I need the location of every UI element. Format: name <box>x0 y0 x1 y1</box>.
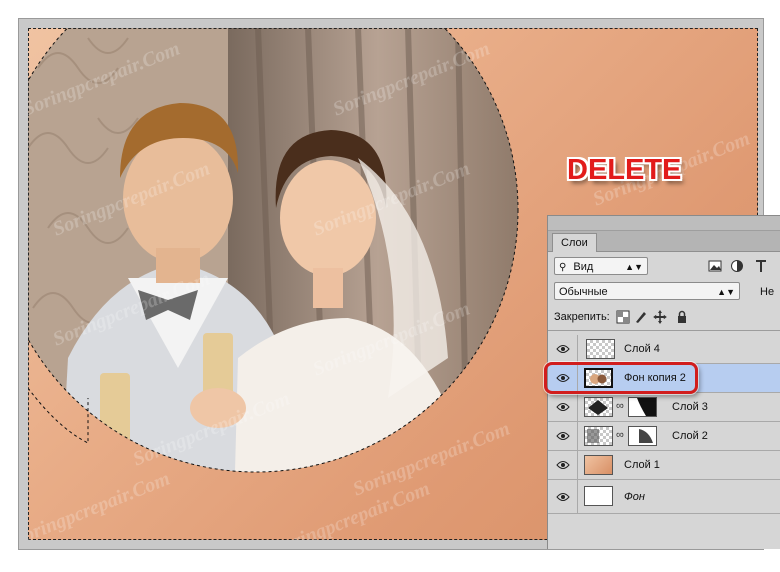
layer-mask-thumbnail[interactable] <box>628 397 657 417</box>
adjustment-filter-icon[interactable] <box>730 259 744 273</box>
layer-thumbnail <box>584 368 613 388</box>
layer-name: Слой 1 <box>624 459 660 471</box>
layer-row[interactable]: ∞ Слой 3 <box>548 393 780 422</box>
blend-row: Обычные ▲▼ Не <box>548 278 780 304</box>
layer-thumbnail <box>584 455 613 475</box>
eye-icon[interactable] <box>556 459 570 471</box>
link-chain-icon[interactable]: ∞ <box>616 429 624 441</box>
updown-arrows-icon: ▲▼ <box>625 262 643 272</box>
lock-transparency-icon[interactable] <box>616 310 630 324</box>
eye-icon[interactable] <box>556 491 570 503</box>
tab-layers[interactable]: Слои <box>552 233 597 252</box>
filter-row: ⚲ Вид ▲▼ <box>548 254 780 278</box>
delete-overlay-label: DELETE <box>567 154 682 186</box>
filter-value: Вид <box>573 261 594 273</box>
layer-filter-select[interactable]: ⚲ Вид ▲▼ <box>554 257 648 275</box>
layer-thumbnail <box>584 426 613 446</box>
layer-name: Фон копия 2 <box>624 372 686 384</box>
layer-thumbnail <box>584 397 613 417</box>
lock-position-move-icon[interactable] <box>653 310 667 324</box>
lock-all-icon[interactable] <box>675 310 689 324</box>
layer-thumbnail <box>586 339 615 359</box>
layer-thumbnail <box>584 486 613 506</box>
link-chain-icon[interactable]: ∞ <box>616 400 624 412</box>
layer-row[interactable]: Слой 1 <box>548 451 780 480</box>
eye-icon[interactable] <box>556 372 570 384</box>
updown-arrows-icon: ▲▼ <box>717 287 735 297</box>
panel-tabbar: Слои <box>548 231 780 252</box>
blend-mode-select[interactable]: Обычные ▲▼ <box>554 282 740 300</box>
layer-row[interactable]: ∞ Слой 2 <box>548 422 780 451</box>
panel-title-strip[interactable] <box>548 216 780 231</box>
layer-name: Фон <box>624 491 645 503</box>
layer-name: Слой 4 <box>624 343 660 355</box>
opacity-label: Не <box>760 286 775 298</box>
layer-mask-thumbnail[interactable] <box>628 426 657 446</box>
layers-panel: Слои ⚲ Вид ▲▼ Обычные ▲▼ Не Закрепить: С… <box>547 215 780 549</box>
layer-row[interactable]: Слой 4 <box>548 335 780 364</box>
lock-label: Закрепить: <box>554 311 610 323</box>
eye-icon[interactable] <box>556 401 570 413</box>
blend-mode-value: Обычные <box>559 286 608 298</box>
lock-pixels-brush-icon[interactable] <box>634 310 648 324</box>
layer-row[interactable]: Фон <box>548 480 780 514</box>
eye-icon[interactable] <box>556 343 570 355</box>
text-filter-icon[interactable] <box>754 259 768 273</box>
search-icon: ⚲ <box>559 262 567 273</box>
layer-name: Слой 2 <box>672 430 708 442</box>
lock-row: Закрепить: <box>548 304 780 331</box>
layer-row-selected[interactable]: Фон копия 2 <box>548 364 780 393</box>
layer-name: Слой 3 <box>672 401 708 413</box>
image-filter-icon[interactable] <box>708 259 722 273</box>
eye-icon[interactable] <box>556 430 570 442</box>
